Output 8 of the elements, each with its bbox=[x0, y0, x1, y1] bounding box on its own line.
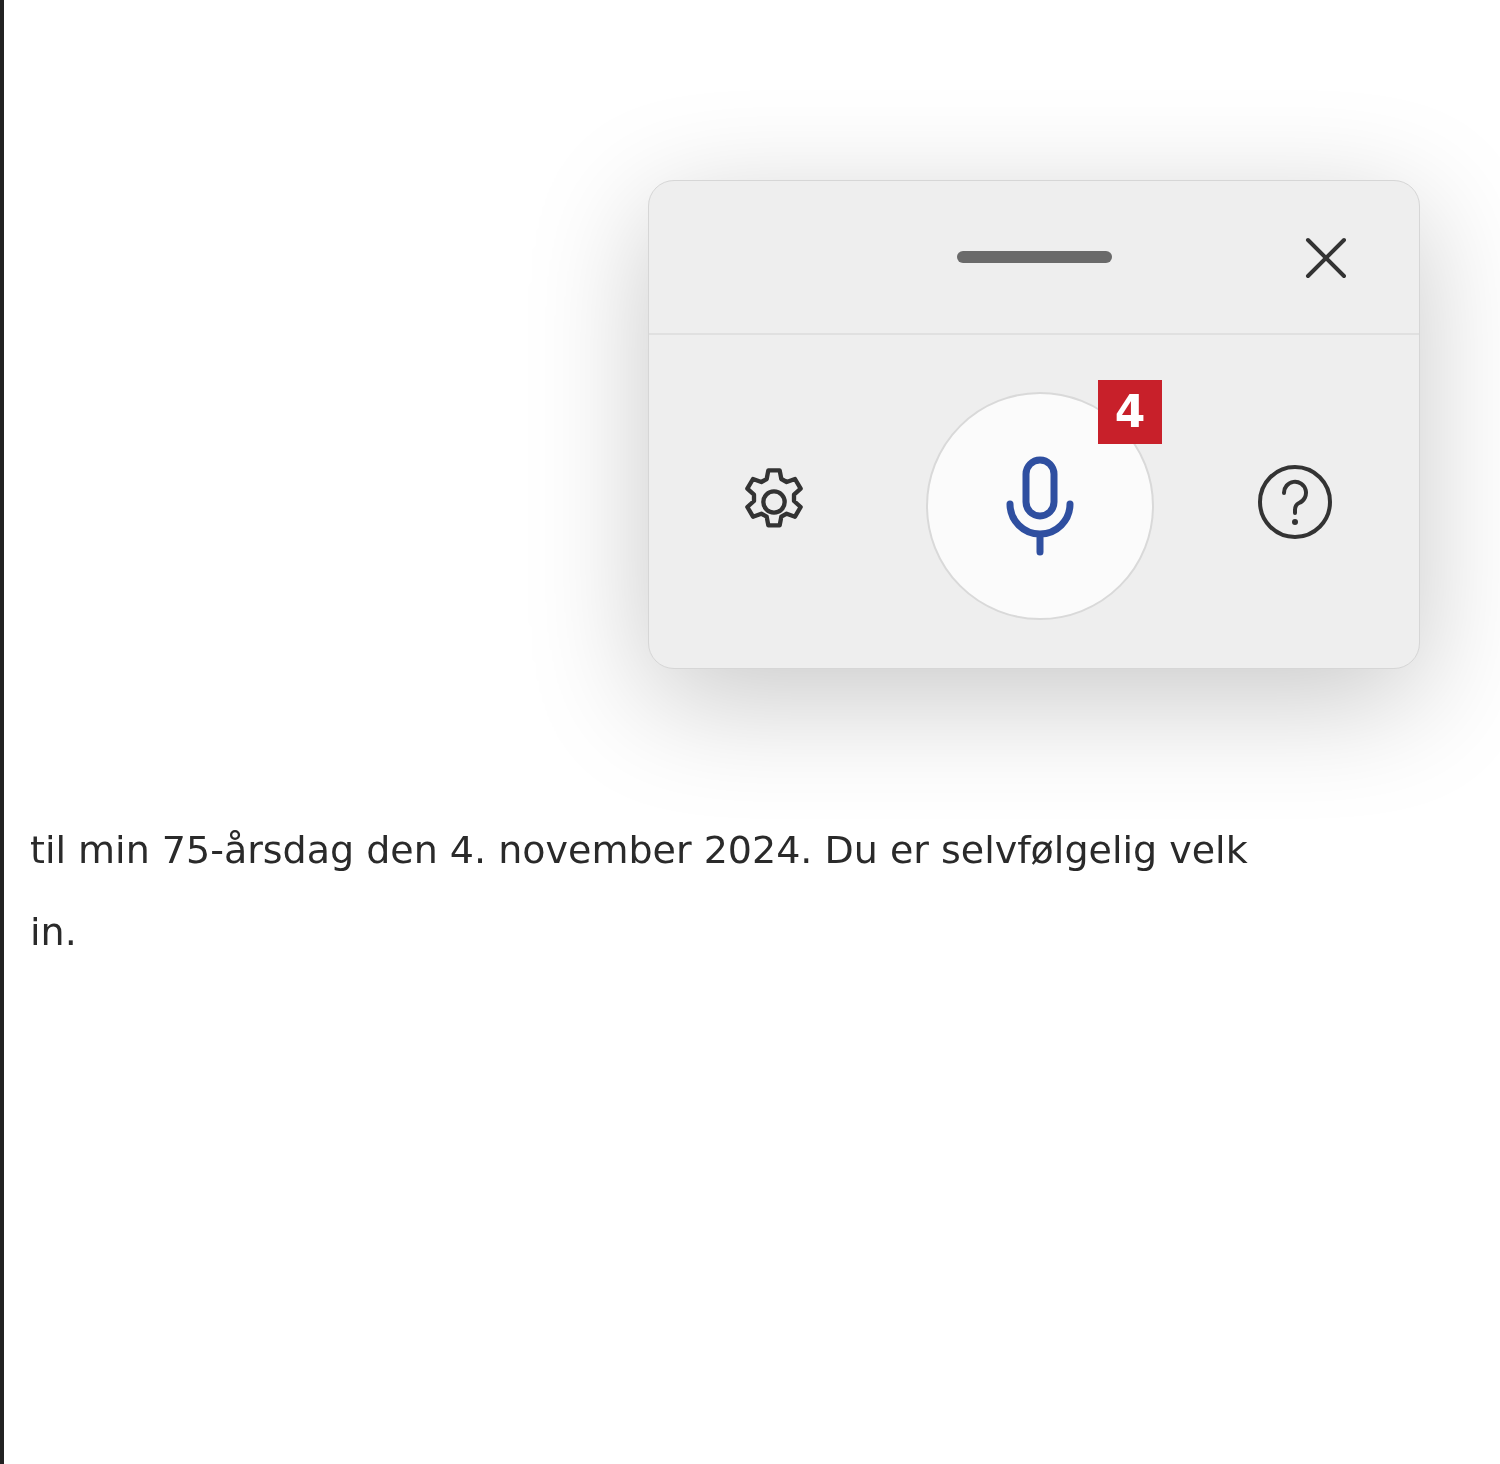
microphone-icon bbox=[1004, 455, 1076, 556]
count-badge: 4 bbox=[1098, 379, 1162, 444]
close-icon bbox=[1304, 236, 1348, 280]
help-icon bbox=[1256, 462, 1334, 541]
drag-handle[interactable] bbox=[956, 251, 1112, 263]
document-text: in. bbox=[30, 909, 78, 956]
document-text: til min 75-årsdag den 4. november 2024. Du er selvfølgelig velk bbox=[30, 827, 1249, 874]
help-button[interactable] bbox=[1256, 462, 1334, 541]
